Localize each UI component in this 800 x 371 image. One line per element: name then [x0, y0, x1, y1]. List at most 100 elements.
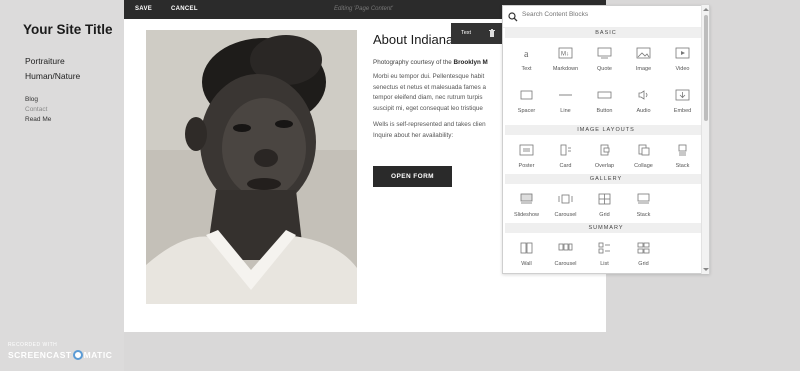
- block-label: Grid: [638, 261, 649, 267]
- block-label: Image: [635, 66, 652, 72]
- block-quote[interactable]: Quote: [585, 41, 624, 83]
- overlap-icon: [600, 144, 610, 156]
- embed-icon: [675, 89, 690, 101]
- line-icon: [559, 94, 572, 96]
- paragraph-line: Morbi eu tempor dui. Pellentesque habit: [373, 73, 485, 80]
- block-text[interactable]: a Text: [507, 41, 546, 83]
- block-label: Grid: [599, 212, 610, 218]
- block-spacer[interactable]: Spacer: [507, 83, 546, 125]
- logo-dot-icon: [72, 350, 83, 360]
- nav-item-human-nature[interactable]: Human/Nature: [25, 71, 80, 81]
- block-overlap[interactable]: Overlap: [585, 138, 624, 174]
- nav-item-blog[interactable]: Blog: [25, 96, 51, 103]
- summary-grid: Wall Carousel List Grid: [503, 233, 709, 272]
- block-label: Carousel: [554, 212, 577, 218]
- block-poster[interactable]: Poster: [507, 138, 546, 174]
- block-label: Wall: [521, 261, 532, 267]
- nav-item-read-me[interactable]: Read Me: [25, 116, 51, 123]
- stack-icon: [678, 144, 687, 156]
- carousel-icon: [558, 243, 573, 251]
- video-icon: [675, 47, 690, 59]
- search-icon: [508, 12, 518, 22]
- scroll-thumb[interactable]: [704, 15, 708, 121]
- cancel-button[interactable]: CANCEL: [171, 6, 198, 12]
- block-label: Stack: [636, 212, 651, 218]
- block-label: Poster: [518, 163, 535, 169]
- block-card[interactable]: Card: [546, 138, 585, 174]
- site-sidebar: Your Site Title Portraiture Human/Nature…: [0, 0, 124, 371]
- list-icon: [598, 242, 610, 254]
- about-paragraph[interactable]: Morbi eu tempor dui. Pellentesque habit …: [373, 72, 503, 114]
- paragraph-line: Wells is self-represented and takes clie…: [373, 121, 486, 128]
- block-type-label[interactable]: Text: [461, 30, 471, 36]
- secondary-nav: Blog Contact Read Me: [25, 96, 51, 126]
- carousel-icon: [558, 194, 573, 204]
- section-header-image-layouts: IMAGE LAYOUTS: [505, 125, 707, 135]
- about-content: About Indiana Photography courtesy of th…: [373, 30, 503, 141]
- markdown-icon: M↓: [558, 47, 573, 59]
- block-audio[interactable]: Audio: [624, 83, 663, 125]
- collage-icon: [638, 144, 650, 156]
- slideshow-icon: [520, 193, 533, 204]
- paragraph-line: Inquire about her availability:: [373, 131, 454, 139]
- spacer-icon: [520, 90, 533, 100]
- block-summary-carousel[interactable]: Carousel: [546, 236, 585, 272]
- open-form-button[interactable]: OPEN FORM: [373, 166, 452, 187]
- block-markdown[interactable]: M↓ Markdown: [546, 41, 585, 83]
- editing-status: Editing 'Page Content': [334, 6, 393, 12]
- block-wall[interactable]: Wall: [507, 236, 546, 272]
- scroll-down-arrow[interactable]: [703, 268, 709, 271]
- audio-icon: [638, 90, 648, 100]
- block-label: Audio: [636, 108, 651, 114]
- block-collage[interactable]: Collage: [624, 138, 663, 174]
- block-stack-gallery[interactable]: Stack: [624, 187, 663, 223]
- credit-text: Photography courtesy of the: [373, 59, 452, 66]
- save-button[interactable]: SAVE: [135, 6, 152, 12]
- block-video[interactable]: Video: [663, 41, 702, 83]
- image-icon: [636, 47, 651, 59]
- wall-icon: [520, 242, 533, 254]
- availability-paragraph[interactable]: Wells is self-represented and takes clie…: [373, 120, 503, 141]
- image-layouts-grid: Poster Card Overlap Collage Stack: [503, 135, 709, 174]
- block-label: Text: [521, 66, 532, 72]
- photo-credit: Photography courtesy of the Brooklyn M: [373, 59, 503, 66]
- block-grid[interactable]: Grid: [585, 187, 624, 223]
- nav-item-contact[interactable]: Contact: [25, 106, 51, 113]
- portrait-image[interactable]: [146, 30, 357, 304]
- block-label: Spacer: [517, 108, 536, 114]
- credit-link[interactable]: Brooklyn M: [454, 59, 488, 66]
- grid-icon: [637, 242, 650, 254]
- search-bar: [503, 6, 709, 28]
- content-blocks-panel: BASIC a Text M↓ Markdown Quote Image Vid…: [502, 5, 710, 274]
- block-image[interactable]: Image: [624, 41, 663, 83]
- nav-item-portraiture[interactable]: Portraiture: [25, 56, 80, 66]
- site-title[interactable]: Your Site Title: [23, 22, 113, 37]
- block-button[interactable]: Button: [585, 83, 624, 125]
- block-embed[interactable]: Embed: [663, 83, 702, 125]
- trash-icon[interactable]: [489, 29, 495, 37]
- paragraph-line: senectus et netus et malesuada fames a: [373, 83, 487, 91]
- block-label: Collage: [634, 163, 653, 169]
- block-label: Button: [596, 108, 613, 114]
- search-content-blocks-input[interactable]: [522, 11, 692, 18]
- panel-scrollbar[interactable]: [701, 5, 709, 274]
- block-slideshow[interactable]: Slideshow: [507, 187, 546, 223]
- block-label: Overlap: [594, 163, 615, 169]
- stack-icon: [637, 193, 650, 204]
- section-header-summary: SUMMARY: [505, 223, 707, 233]
- paragraph-line: suscipit mi, eget consequat leo tristiqu…: [373, 104, 483, 112]
- watermark-caption: RECORDED WITH: [8, 342, 58, 348]
- block-summary-grid[interactable]: Grid: [624, 236, 663, 272]
- section-header-gallery: GALLERY: [505, 174, 707, 184]
- block-stack-layout[interactable]: Stack: [663, 138, 702, 174]
- block-label: Stack: [675, 163, 690, 169]
- grid-icon: [598, 193, 611, 205]
- block-line[interactable]: Line: [546, 83, 585, 125]
- scroll-up-arrow[interactable]: [703, 8, 709, 11]
- block-label: Embed: [673, 108, 692, 114]
- block-label: Quote: [597, 66, 612, 72]
- gallery-grid: Slideshow Carousel Grid Stack: [503, 184, 709, 223]
- block-carousel[interactable]: Carousel: [546, 187, 585, 223]
- block-label: Video: [675, 66, 690, 72]
- block-list[interactable]: List: [585, 236, 624, 272]
